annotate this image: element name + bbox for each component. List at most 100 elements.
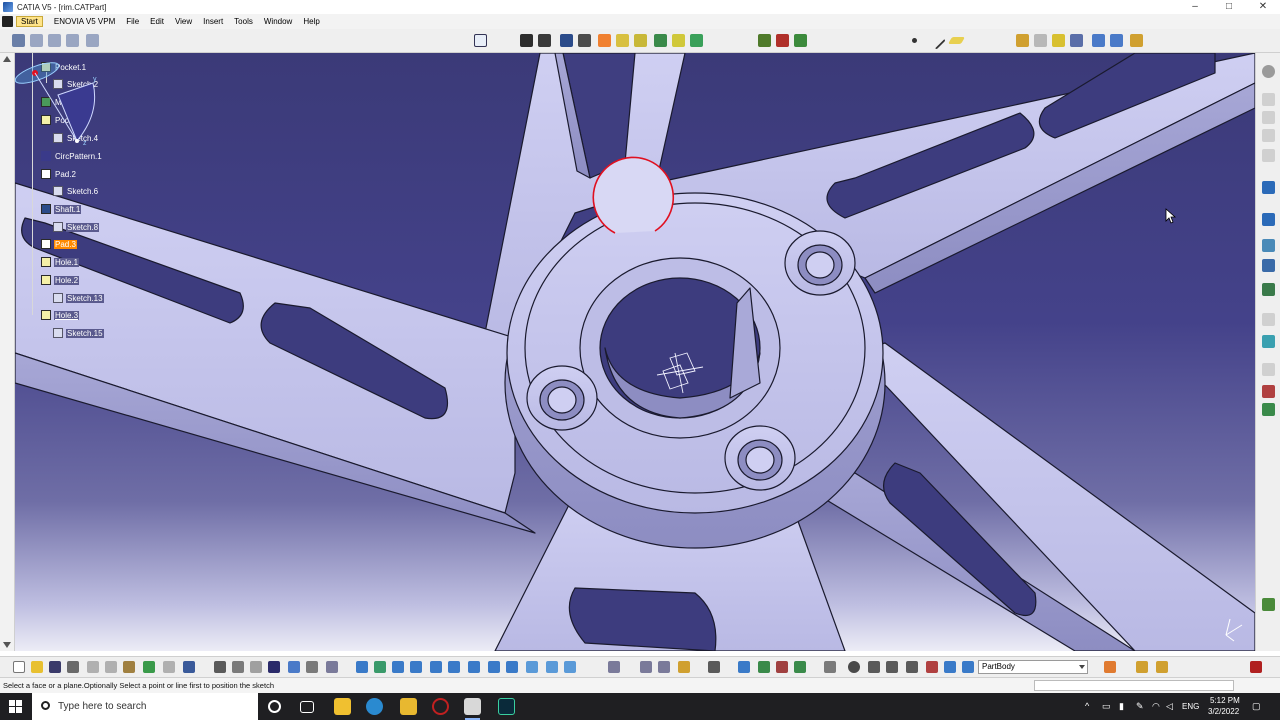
- measure-icon[interactable]: [1262, 129, 1275, 142]
- clock-time[interactable]: 5:12 PM: [1210, 696, 1240, 705]
- table-icon[interactable]: [268, 661, 280, 673]
- plane-icon[interactable]: [947, 37, 966, 44]
- stiffener-icon[interactable]: [654, 34, 667, 47]
- tree-item-hole-3[interactable]: Hole.3: [41, 309, 80, 321]
- snap-icon[interactable]: [906, 661, 918, 673]
- menu-file[interactable]: File: [126, 17, 139, 26]
- pan-icon[interactable]: [392, 661, 404, 673]
- line-icon[interactable]: [927, 31, 946, 50]
- tree-scroll-gutter[interactable]: [0, 53, 15, 651]
- tree-item-shaft-1[interactable]: Shaft.1: [41, 203, 82, 215]
- zoom-in-icon[interactable]: [430, 661, 442, 673]
- tree-item-hole-1[interactable]: Hole.1: [41, 256, 80, 268]
- boolean-icon[interactable]: [1016, 34, 1029, 47]
- shading-icon[interactable]: [1262, 363, 1275, 376]
- groove-icon[interactable]: [578, 34, 591, 47]
- scroll-down-icon[interactable]: [3, 642, 11, 648]
- scroll-up-icon[interactable]: [3, 56, 11, 62]
- hide-icon[interactable]: [546, 661, 558, 673]
- menu-edit[interactable]: Edit: [150, 17, 164, 26]
- unit-icon[interactable]: [886, 661, 898, 673]
- screen-recorder-icon[interactable]: [498, 698, 515, 715]
- menu-window[interactable]: Window: [264, 17, 292, 26]
- fly-mode-icon[interactable]: [1262, 213, 1275, 226]
- cut-icon[interactable]: [87, 661, 99, 673]
- maximize-button[interactable]: □: [1212, 0, 1246, 14]
- sketch-icon[interactable]: [474, 34, 487, 47]
- menu-start[interactable]: Start: [16, 16, 43, 27]
- command-input[interactable]: [1034, 680, 1234, 691]
- swap-icon[interactable]: [564, 661, 576, 673]
- draft-icon[interactable]: [794, 34, 807, 47]
- pen-icon[interactable]: ✎: [1136, 701, 1144, 712]
- compass-icon[interactable]: y z: [15, 53, 115, 153]
- multi-view-icon[interactable]: [1262, 283, 1275, 296]
- 3d-viewport[interactable]: Pocket.1 Sketch.2 Mirror.1 Pocket.4 Sket…: [15, 53, 1255, 651]
- symmetry-icon[interactable]: [1130, 34, 1143, 47]
- zoom-out-icon[interactable]: [448, 661, 460, 673]
- tree-item-pad-2[interactable]: Pad.2: [41, 168, 77, 180]
- edge-icon[interactable]: [366, 698, 383, 715]
- update-icon[interactable]: [288, 661, 300, 673]
- menu-view[interactable]: View: [175, 17, 192, 26]
- open-icon[interactable]: [31, 661, 43, 673]
- tree-item-sketch-6[interactable]: Sketch.6: [53, 185, 99, 197]
- minimize-button[interactable]: –: [1178, 0, 1212, 14]
- save-icon[interactable]: [49, 661, 61, 673]
- pad-icon[interactable]: [520, 34, 533, 47]
- whats-this-icon[interactable]: [183, 661, 195, 673]
- redo-icon[interactable]: [163, 661, 175, 673]
- windows-start-icon[interactable]: [9, 700, 22, 713]
- chamfer-icon[interactable]: [776, 34, 789, 47]
- apply-material-bottom-icon[interactable]: [738, 661, 750, 673]
- tools-icon[interactable]: [326, 661, 338, 673]
- thread-icon[interactable]: [824, 661, 836, 673]
- axis-icon[interactable]: [868, 661, 880, 673]
- chevron-up-icon[interactable]: ^: [1085, 701, 1089, 711]
- task-view-icon[interactable]: [300, 701, 314, 713]
- select-icon[interactable]: [1262, 181, 1275, 194]
- slot-icon[interactable]: [634, 34, 647, 47]
- rotate-view-icon[interactable]: [410, 661, 422, 673]
- sketch-analysis-icon[interactable]: [758, 661, 770, 673]
- tree-item-pad-3[interactable]: Pad.3: [41, 238, 77, 250]
- menu-insert[interactable]: Insert: [203, 17, 223, 26]
- volume-icon[interactable]: ◁: [1166, 701, 1173, 712]
- macro-icon[interactable]: [306, 661, 318, 673]
- rib-icon[interactable]: [616, 34, 629, 47]
- notification-icon[interactable]: ▢: [1252, 701, 1261, 712]
- undo-icon[interactable]: [143, 661, 155, 673]
- menu-enovia[interactable]: ENOVIA V5 VPM: [54, 17, 115, 26]
- product-icon[interactable]: [12, 34, 25, 47]
- clock-date[interactable]: 3/2/2022: [1208, 707, 1239, 716]
- rotate-icon[interactable]: [1110, 34, 1123, 47]
- print-icon[interactable]: [67, 661, 79, 673]
- views-icon[interactable]: [488, 661, 500, 673]
- measure-inertia-icon[interactable]: [678, 661, 690, 673]
- fly-icon[interactable]: [356, 661, 368, 673]
- knowledge-icon[interactable]: [250, 661, 262, 673]
- translate-icon[interactable]: [1092, 34, 1105, 47]
- properties-icon[interactable]: [1104, 661, 1116, 673]
- sticky-notes-icon[interactable]: [334, 698, 351, 715]
- curvature-icon[interactable]: [794, 661, 806, 673]
- language-indicator[interactable]: ENG: [1182, 702, 1199, 711]
- workbench-icon[interactable]: [1136, 661, 1148, 673]
- tree-item-sketch-13[interactable]: Sketch.13: [53, 292, 104, 304]
- hide-show-icon[interactable]: [1262, 313, 1275, 326]
- fit-all-bottom-icon[interactable]: [374, 661, 386, 673]
- iso-view-icon[interactable]: [506, 661, 518, 673]
- remove-icon[interactable]: [1070, 34, 1083, 47]
- draft-analysis-icon[interactable]: [776, 661, 788, 673]
- formula-icon[interactable]: [1262, 385, 1275, 398]
- camera-icon[interactable]: [708, 661, 720, 673]
- normal-view-bottom-icon[interactable]: [468, 661, 480, 673]
- tree-item-sketch-8[interactable]: Sketch.8: [53, 221, 100, 233]
- shaft-icon[interactable]: [560, 34, 573, 47]
- hole-analysis-icon[interactable]: [848, 661, 860, 673]
- new-icon[interactable]: [13, 661, 25, 673]
- fx-formula-icon[interactable]: [214, 661, 226, 673]
- taskbar-search-box[interactable]: Type here to search: [32, 693, 258, 720]
- copy-icon[interactable]: [105, 661, 117, 673]
- point-icon[interactable]: [912, 38, 917, 43]
